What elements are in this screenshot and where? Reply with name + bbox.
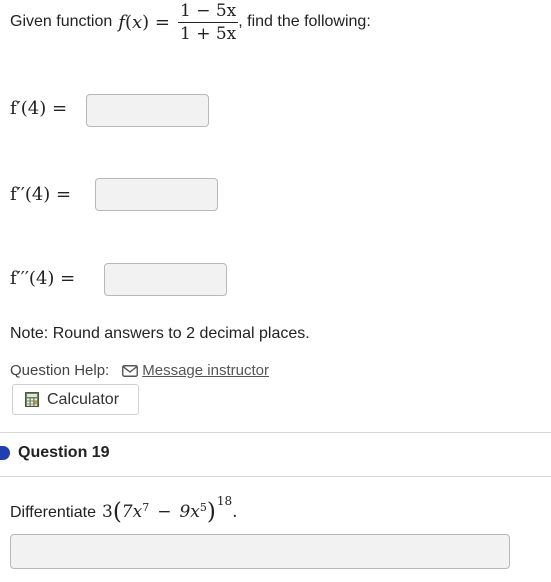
question-help-label: Question Help: [10,362,110,379]
envelope-icon [122,364,139,377]
intro-prefix: Given function [10,13,113,30]
question-separator-top [0,432,551,433]
calculator-icon [25,392,39,407]
message-instructor-link[interactable]: Message instructor [142,362,269,379]
expr-period: . [232,502,238,522]
function-expression: f(x) = [118,11,170,33]
expr-paren-open: ( [112,499,122,525]
function-var: x [131,11,143,33]
rounding-note: Note: Round answers to 2 decimal places. [10,325,310,342]
question-19-answer-input[interactable] [10,534,510,569]
expr-outer-exp: 18 [216,494,233,508]
answer-input-3[interactable] [104,263,227,296]
question-intro: Given function f(x) = 1 − 5x 1 + 5x , fi… [10,0,371,44]
prompt-expression: 3 ( 7x 7 − 9x 5 ) 18 . [101,494,238,525]
question-19-header: Question 19 [0,444,110,462]
answer-label-3: f′′′(4) = [10,268,76,289]
calculator-label: Calculator [47,390,120,408]
question-help-row: Question Help: Message instructor [10,362,269,379]
expr-term2: 9x [179,502,200,522]
expr-term1: 7x [121,502,143,522]
function-fraction: 1 − 5x 1 + 5x [177,0,239,44]
question-separator-bottom [0,476,551,477]
expr-term2-exp: 5 [199,501,207,514]
intro-suffix: , find the following: [238,13,371,30]
answer-label-2: f′′(4) = [10,184,72,205]
answer-label-1: f′(4) = [10,98,68,119]
expr-term1-exp: 7 [142,501,150,514]
function-name: f [118,11,125,33]
fraction-bar [177,21,239,23]
fraction-numerator: 1 − 5x [179,0,237,21]
prompt-prefix: Differentiate [10,504,96,521]
question-19-title: Question 19 [18,444,110,461]
filled-circle-icon [0,446,10,460]
calculator-button[interactable]: Calculator [12,384,139,415]
expr-minus: − [157,502,172,522]
expr-paren-close: ) [206,499,216,525]
fraction-denominator: 1 + 5x [179,23,237,44]
answer-input-2[interactable] [95,178,218,211]
answer-input-1[interactable] [86,94,209,127]
question-19-prompt: Differentiate 3 ( 7x 7 − 9x 5 ) 18 . [10,494,238,524]
expr-coef: 3 [101,502,113,522]
